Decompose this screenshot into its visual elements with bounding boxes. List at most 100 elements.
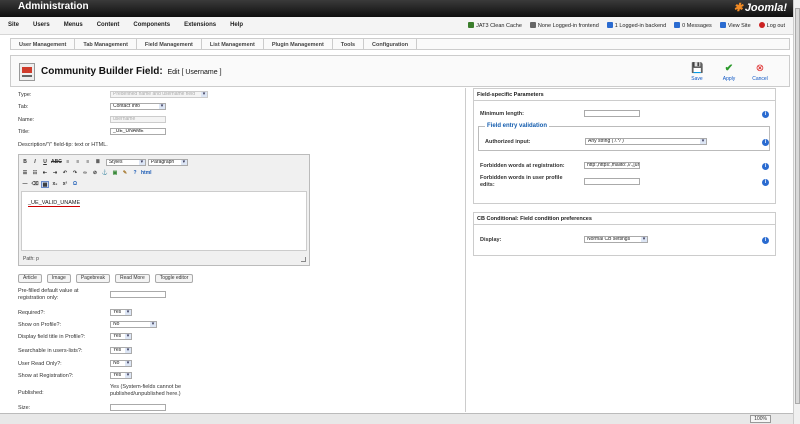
status-view-site[interactable]: View Site [719, 22, 751, 29]
align-left-icon[interactable]: ≡ [64, 159, 72, 166]
styles-select[interactable]: Styles [105, 158, 146, 166]
min-length-label: Minimum length: [480, 111, 524, 117]
display-title-select[interactable]: Yes [110, 333, 132, 340]
info-icon[interactable]: i [762, 179, 769, 186]
menu-users[interactable]: Users [33, 22, 50, 28]
info-icon[interactable]: i [762, 111, 769, 118]
article-button[interactable]: Article [18, 274, 42, 283]
monitor-icon [719, 22, 726, 28]
apply-button[interactable]: ✔ Apply [717, 63, 741, 82]
outdent-icon[interactable]: ⇤ [41, 170, 49, 177]
cleanup-icon[interactable]: ✎ [121, 170, 129, 177]
status-messages[interactable]: 0 Messages [674, 22, 712, 29]
info-icon[interactable]: i [762, 139, 769, 146]
menu-components[interactable]: Components [133, 22, 170, 28]
editor-toolbar-row-2: ☰ ☷ ⇤ ⇥ ↶ ↷ ∞ ⊘ ⚓ ▣ ✎ ? html [21, 168, 307, 178]
display-select[interactable]: Normal CB settings [584, 236, 648, 243]
page-scrollbar[interactable] [793, 0, 800, 424]
header-title: Administration [18, 1, 89, 12]
submenu-list-management[interactable]: List Management [202, 39, 264, 49]
indent-icon[interactable]: ⇥ [51, 170, 59, 177]
numbered-list-icon[interactable]: ☷ [31, 170, 39, 177]
tab-label: Tab: [18, 104, 29, 110]
mail-icon [674, 22, 681, 28]
field-edit-icon [19, 63, 35, 81]
cancel-circle-icon: ⊗ [755, 63, 765, 74]
show-registration-select[interactable]: Yes [110, 372, 132, 379]
description-editor: B I U ABC ≡ ≡ ≡ ≣ Styles Paragraph ☰ ☷ ⇤… [18, 154, 310, 266]
menu-menus[interactable]: Menus [64, 22, 83, 28]
align-center-icon[interactable]: ≡ [74, 159, 82, 166]
format-select[interactable]: Paragraph [147, 158, 188, 166]
submenu-configuration[interactable]: Configuration [364, 39, 418, 49]
validation-legend: Field entry validation [485, 123, 550, 129]
align-right-icon[interactable]: ≡ [84, 159, 92, 166]
prefill-label: Pre-filled default value at registration… [18, 288, 79, 301]
required-select[interactable]: Yes [110, 309, 132, 316]
zoom-control[interactable]: 100% [750, 415, 771, 423]
submenu-tools[interactable]: Tools [333, 39, 365, 49]
title-field[interactable]: _UE_UNAME [110, 128, 166, 135]
show-profile-select[interactable]: No [110, 321, 157, 328]
help-icon[interactable]: ? [131, 170, 139, 177]
save-button[interactable]: 💾 Save [685, 63, 709, 82]
cb-conditional-header: CB Conditional: Field condition preferen… [474, 213, 775, 225]
link-icon[interactable]: ∞ [81, 170, 89, 177]
unlink-icon[interactable]: ⊘ [91, 170, 99, 177]
info-icon[interactable]: i [762, 163, 769, 170]
horizontal-rule-icon[interactable]: — [21, 181, 29, 188]
read-more-button[interactable]: Read More [115, 274, 150, 283]
anchor-icon[interactable]: ⚓ [101, 170, 109, 177]
name-field[interactable]: username [110, 116, 166, 123]
cancel-button[interactable]: ⊗ Cancel [748, 63, 772, 82]
status-clean-cache[interactable]: JAT3 Clean Cache [468, 22, 522, 29]
menu-content[interactable]: Content [97, 22, 120, 28]
submenu-user-management[interactable]: User Management [11, 39, 76, 49]
editor-content-area[interactable]: _UE_VALID_UNAME [21, 191, 307, 251]
pagebreak-button[interactable]: Pagebreak [75, 274, 110, 283]
status-logout[interactable]: Log out [758, 22, 785, 29]
bullet-list-icon[interactable]: ☰ [21, 170, 29, 177]
prefill-field[interactable] [110, 291, 166, 298]
check-mark-icon: ✔ [724, 63, 734, 74]
undo-icon[interactable]: ↶ [61, 170, 69, 177]
min-length-field[interactable] [584, 110, 640, 117]
admin-header: Administration ✱ Joomla! [0, 0, 793, 17]
authorized-input-select[interactable]: Any string ( /.*/ ) [585, 138, 707, 145]
special-character-icon[interactable]: Ω [71, 181, 79, 188]
editor-toolbar-row-3: — ⌫ ▦ x₂ x² Ω [21, 179, 307, 189]
align-justify-icon[interactable]: ≣ [94, 159, 102, 166]
forbidden-registration-field[interactable]: http:,https:,mailto:,//.,[url],<a,</a>,&… [584, 162, 640, 169]
image-icon[interactable]: ▣ [111, 170, 119, 177]
toggle-editor-button[interactable]: Toggle editor [154, 274, 194, 283]
editor-path: Path: p [23, 256, 39, 262]
remove-format-icon[interactable]: ⌫ [31, 181, 39, 188]
resize-handle[interactable] [301, 257, 306, 262]
superscript-icon[interactable]: x² [61, 181, 69, 188]
tab-select[interactable]: Contact Info [110, 103, 166, 110]
forbidden-edit-field[interactable] [584, 178, 640, 185]
scrollbar-thumb[interactable] [795, 8, 800, 404]
read-only-select[interactable]: No [110, 360, 132, 367]
title-label: Title: [18, 129, 30, 135]
menu-help[interactable]: Help [230, 22, 243, 28]
italic-button[interactable]: I [31, 159, 39, 166]
image-button[interactable]: Image [46, 274, 71, 283]
submenu-plugin-management[interactable]: Plugin Management [264, 39, 333, 49]
size-field[interactable] [110, 404, 166, 411]
type-select[interactable]: Predefined name and username field [110, 91, 208, 98]
submenu-field-management[interactable]: Field Management [137, 39, 202, 49]
submenu-tab-management[interactable]: Tab Management [75, 39, 137, 49]
menu-site[interactable]: Site [8, 22, 19, 28]
strikethrough-button[interactable]: ABC [51, 159, 62, 166]
subscript-icon[interactable]: x₂ [51, 181, 59, 188]
redo-icon[interactable]: ↷ [71, 170, 79, 177]
bold-button[interactable]: B [21, 159, 29, 166]
info-icon[interactable]: i [762, 237, 769, 244]
menu-extensions[interactable]: Extensions [184, 22, 216, 28]
editor-content: _UE_VALID_UNAME [28, 200, 81, 207]
underline-button[interactable]: U [41, 159, 49, 166]
visual-aid-icon[interactable]: ▦ [41, 180, 49, 188]
searchable-select[interactable]: Yes [110, 347, 132, 354]
html-icon[interactable]: html [141, 170, 152, 177]
